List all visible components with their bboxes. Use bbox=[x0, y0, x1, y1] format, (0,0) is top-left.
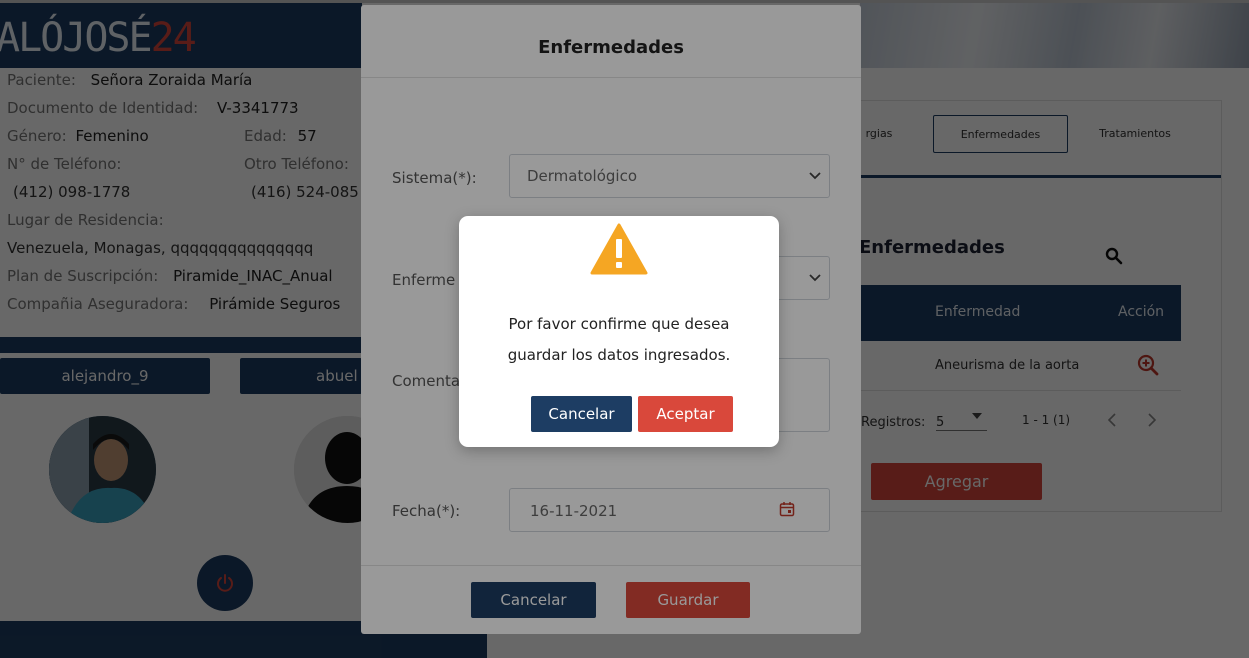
confirm-dialog: Por favor confirme que desea guardar los… bbox=[459, 216, 779, 447]
confirm-message: Por favor confirme que desea guardar los… bbox=[459, 309, 779, 371]
confirm-message-line-1: Por favor confirme que desea bbox=[508, 315, 730, 333]
confirm-accept-button[interactable]: Aceptar bbox=[638, 396, 733, 432]
warning-icon bbox=[590, 223, 648, 275]
confirm-cancel-button[interactable]: Cancelar bbox=[531, 396, 632, 432]
confirm-message-line-2: guardar los datos ingresados. bbox=[507, 346, 731, 364]
